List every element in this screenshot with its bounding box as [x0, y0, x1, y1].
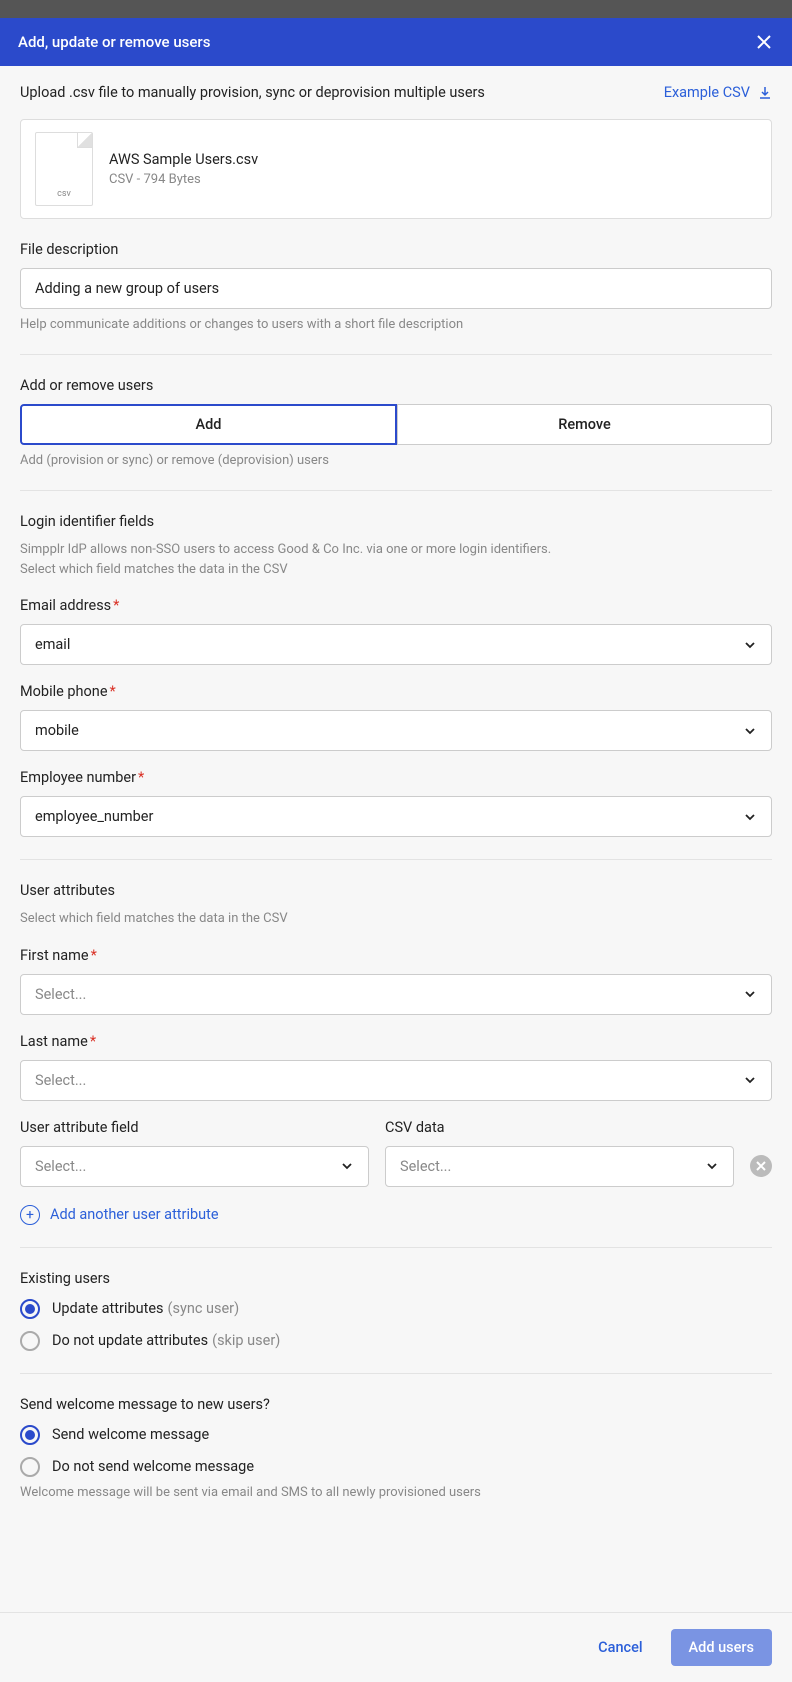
attribute-field-label: User attribute field	[20, 1119, 369, 1136]
add-another-label: Add another user attribute	[50, 1206, 219, 1223]
chevron-down-icon	[340, 1159, 354, 1173]
chevron-down-icon	[743, 638, 757, 652]
employee-value: employee_number	[35, 808, 153, 825]
skip-welcome-label: Do not send welcome message	[52, 1458, 254, 1475]
modal-title: Add, update or remove users	[18, 33, 210, 51]
first-name-placeholder: Select...	[35, 986, 86, 1003]
divider	[20, 859, 772, 860]
csv-data-col: CSV data Select...	[385, 1119, 734, 1187]
file-description-help: Help communicate additions or changes to…	[20, 317, 772, 332]
login-sub1: Simpplr IdP allows non-SSO users to acce…	[20, 540, 772, 560]
csv-data-label: CSV data	[385, 1119, 734, 1136]
file-ext: csv	[57, 189, 71, 199]
divider	[20, 1247, 772, 1248]
skip-attributes-radio[interactable]	[20, 1331, 40, 1351]
modal-footer: Cancel Add users	[0, 1612, 792, 1682]
csv-data-select[interactable]: Select...	[385, 1146, 734, 1187]
chevron-down-icon	[743, 810, 757, 824]
attribute-pair-row: User attribute field Select... CSV data …	[20, 1119, 772, 1187]
example-csv-link[interactable]: Example CSV	[664, 84, 772, 101]
update-attributes-radio[interactable]	[20, 1299, 40, 1319]
welcome-label: Send welcome message to new users?	[20, 1396, 772, 1413]
modal-content: Upload .csv file to manually provision, …	[0, 66, 792, 1612]
last-name-select[interactable]: Select...	[20, 1060, 772, 1101]
add-users-button[interactable]: Add users	[671, 1629, 772, 1666]
existing-users-label: Existing users	[20, 1270, 772, 1287]
update-attributes-radio-row[interactable]: Update attributes(sync user)	[20, 1299, 772, 1319]
email-label: Email address*	[20, 597, 772, 614]
modal-backdrop	[0, 0, 792, 18]
divider	[20, 490, 772, 491]
user-attributes-sub: Select which field matches the data in t…	[20, 909, 772, 929]
download-icon	[758, 86, 772, 100]
skip-attributes-radio-row[interactable]: Do not update attributes(skip user)	[20, 1331, 772, 1351]
last-name-placeholder: Select...	[35, 1072, 86, 1089]
chevron-down-icon	[743, 987, 757, 1001]
divider	[20, 354, 772, 355]
plus-icon: +	[20, 1205, 40, 1225]
chevron-down-icon	[743, 1073, 757, 1087]
mobile-value: mobile	[35, 722, 79, 739]
user-attributes-label: User attributes	[20, 882, 772, 899]
modal-header: Add, update or remove users	[0, 18, 792, 66]
skip-welcome-radio-row[interactable]: Do not send welcome message	[20, 1457, 772, 1477]
file-description-input[interactable]	[20, 268, 772, 309]
login-sub2: Select which field matches the data in t…	[20, 560, 772, 580]
send-welcome-radio[interactable]	[20, 1425, 40, 1445]
last-name-label: Last name*	[20, 1033, 772, 1050]
divider	[20, 1373, 772, 1374]
welcome-help: Welcome message will be sent via email a…	[20, 1485, 772, 1500]
file-description-label: File description	[20, 241, 772, 258]
chevron-down-icon	[705, 1159, 719, 1173]
remove-toggle[interactable]: Remove	[397, 404, 772, 445]
attribute-field-col: User attribute field Select...	[20, 1119, 369, 1187]
upload-description: Upload .csv file to manually provision, …	[20, 84, 485, 101]
add-remove-label: Add or remove users	[20, 377, 772, 394]
update-attributes-label: Update attributes(sync user)	[52, 1300, 239, 1317]
attribute-field-select[interactable]: Select...	[20, 1146, 369, 1187]
file-info: AWS Sample Users.csv CSV - 794 Bytes	[109, 151, 258, 187]
skip-welcome-radio[interactable]	[20, 1457, 40, 1477]
example-csv-label: Example CSV	[664, 84, 750, 101]
skip-attributes-label: Do not update attributes(skip user)	[52, 1332, 280, 1349]
modal: Add, update or remove users Upload .csv …	[0, 18, 792, 1682]
close-icon	[756, 34, 772, 50]
close-button[interactable]	[754, 32, 774, 52]
send-welcome-label: Send welcome message	[52, 1426, 209, 1443]
email-value: email	[35, 636, 70, 653]
employee-label: Employee number*	[20, 769, 772, 786]
file-upload-box[interactable]: csv AWS Sample Users.csv CSV - 794 Bytes	[20, 119, 772, 219]
add-toggle[interactable]: Add	[20, 404, 397, 445]
login-fields-label: Login identifier fields	[20, 513, 772, 530]
email-select[interactable]: email	[20, 624, 772, 665]
add-remove-help: Add (provision or sync) or remove (depro…	[20, 453, 772, 468]
file-meta: CSV - 794 Bytes	[109, 172, 258, 187]
cancel-button[interactable]: Cancel	[584, 1629, 656, 1666]
add-remove-toggle: Add Remove	[20, 404, 772, 445]
upload-row: Upload .csv file to manually provision, …	[20, 84, 772, 101]
employee-select[interactable]: employee_number	[20, 796, 772, 837]
add-another-attribute[interactable]: + Add another user attribute	[20, 1205, 772, 1225]
file-name: AWS Sample Users.csv	[109, 151, 258, 168]
file-icon: csv	[35, 132, 93, 206]
chevron-down-icon	[743, 724, 757, 738]
first-name-label: First name*	[20, 947, 772, 964]
mobile-select[interactable]: mobile	[20, 710, 772, 751]
close-icon	[756, 1161, 766, 1171]
first-name-select[interactable]: Select...	[20, 974, 772, 1015]
remove-pair-button[interactable]	[750, 1155, 772, 1177]
send-welcome-radio-row[interactable]: Send welcome message	[20, 1425, 772, 1445]
mobile-label: Mobile phone*	[20, 683, 772, 700]
